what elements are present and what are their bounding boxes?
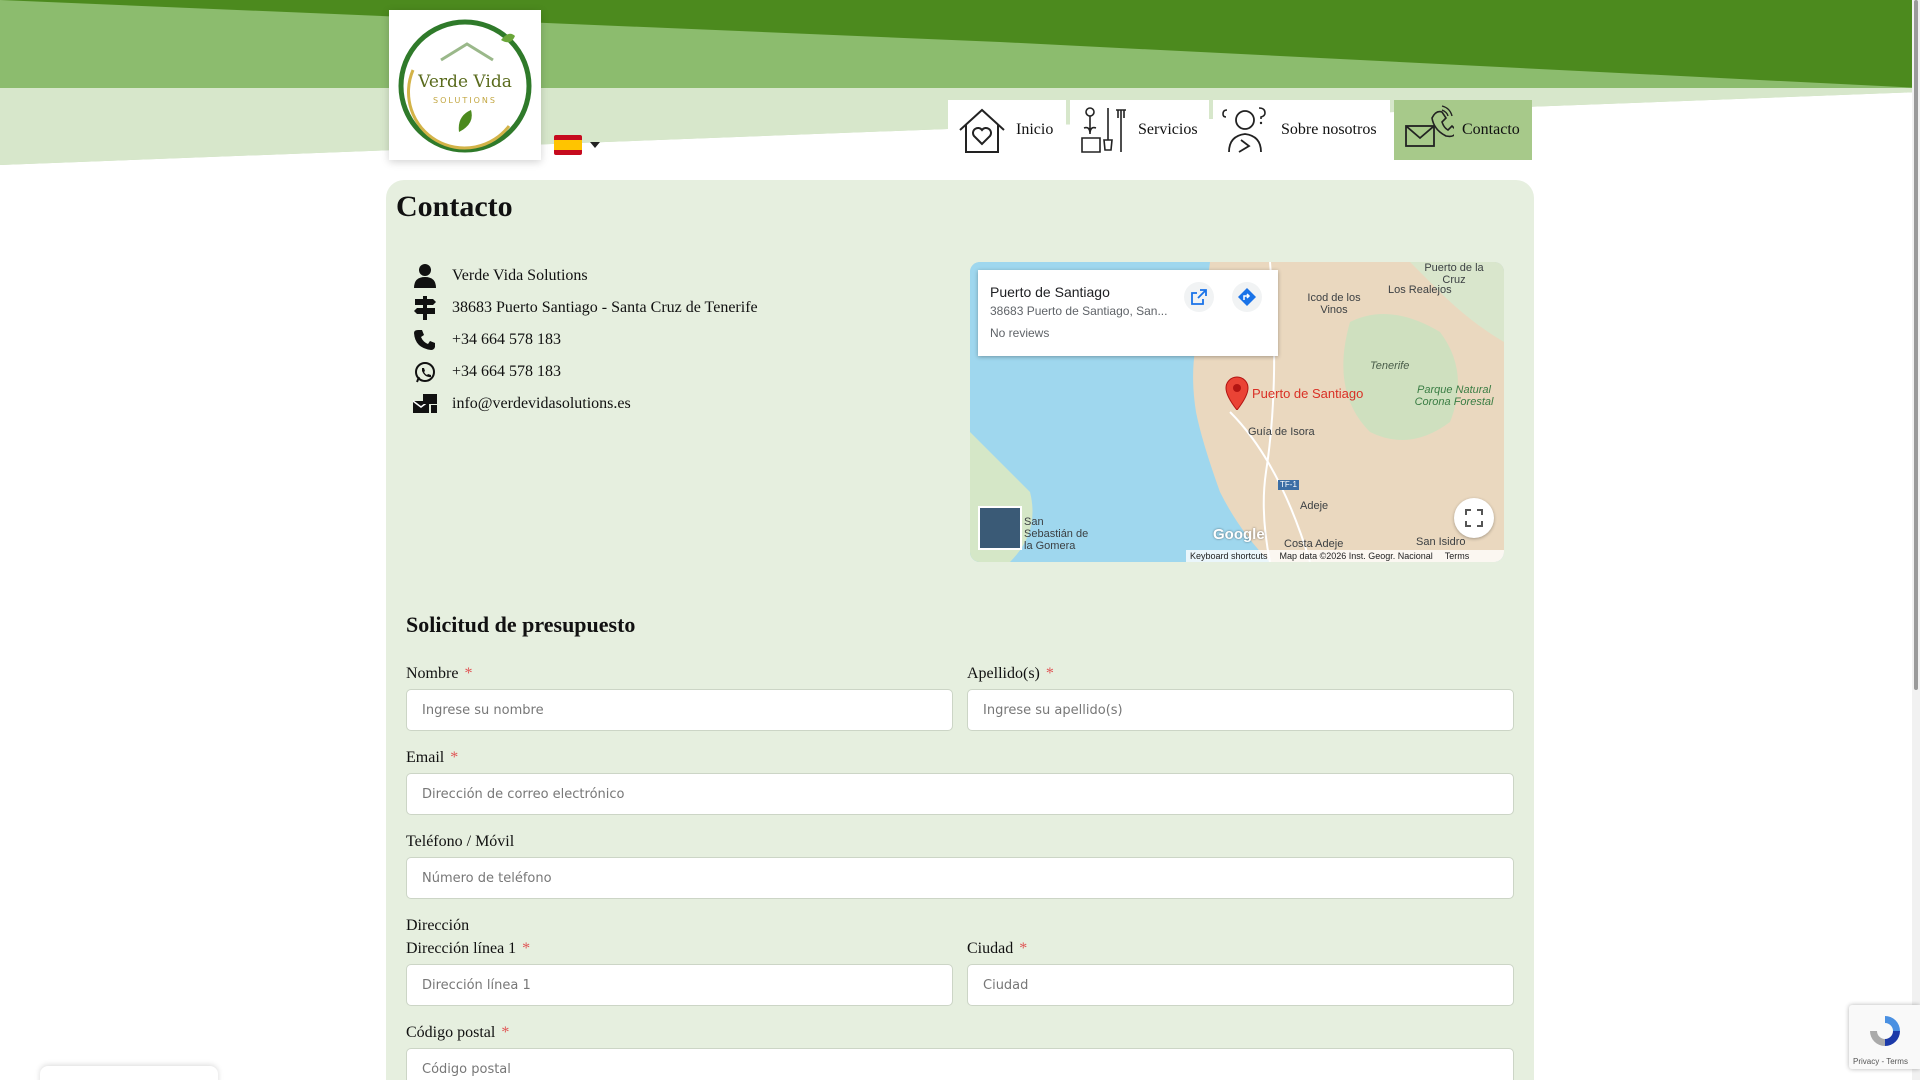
external-link-icon (1191, 289, 1207, 305)
contact-company-row: Verde Vida Solutions (412, 260, 758, 292)
chevron-down-icon (590, 142, 600, 148)
mail-box-icon (412, 391, 438, 417)
contact-whatsapp-row[interactable]: +34 664 578 183 (412, 356, 758, 388)
map-data-attribution: Map data ©2026 Inst. Geogr. Nacional (1279, 551, 1433, 561)
contact-address: 38683 Puerto Santiago - Santa Cruz de Te… (452, 299, 758, 316)
direccion-heading: Dirección (406, 917, 470, 934)
ciudad-label: Ciudad * (967, 940, 1028, 957)
map-label-parque: Parque Natural Corona Forestal (1414, 384, 1494, 408)
cookie-settings-tab[interactable] (40, 1066, 218, 1080)
logo-subtitle: SOLUTIONS (433, 96, 497, 105)
phone-icon (412, 327, 438, 353)
page-title: Contacto (396, 190, 513, 223)
nav-label-sobre-nosotros: Sobre nosotros (1281, 121, 1377, 138)
recaptcha-badge[interactable]: Privacy - Terms (1849, 1005, 1920, 1069)
nav-item-contacto[interactable]: Contacto (1394, 100, 1532, 160)
directions-icon (1238, 288, 1256, 306)
nav-label-servicios: Servicios (1138, 121, 1198, 138)
map-place-card: Puerto de Santiago 38683 Puerto de Santi… (978, 270, 1278, 356)
map-card-address: 38683 Puerto de Santiago, San... (990, 304, 1168, 318)
apellido-label: Apellido(s) * (967, 665, 1054, 682)
contact-email-link[interactable]: info@verdevidasolutions.es (452, 395, 631, 413)
map-label-costa-adeje: Costa Adeje (1284, 538, 1344, 550)
map-label-tenerife: Tenerife (1370, 360, 1410, 372)
map-card-title: Puerto de Santiago (990, 284, 1110, 300)
telefono-input[interactable] (406, 857, 1514, 899)
nav-item-sobre-nosotros[interactable]: Sobre nosotros (1213, 100, 1390, 160)
fullscreen-button[interactable] (1454, 498, 1494, 538)
logo-title: Verde Vida (418, 72, 512, 92)
nombre-input[interactable] (406, 689, 953, 731)
contact-company: Verde Vida Solutions (452, 267, 588, 284)
linea1-input[interactable] (406, 964, 953, 1006)
map-label-realejos: Los Realejos (1388, 284, 1452, 296)
recaptcha-icon (1870, 1016, 1900, 1046)
contact-info-list: Verde Vida Solutions 38683 Puerto Santia… (412, 260, 758, 420)
main-nav: Inicio Servicios Sobre nosotros Contacto (948, 100, 1532, 160)
contact-phone[interactable]: +34 664 578 183 (452, 331, 561, 349)
signpost-icon (412, 295, 438, 321)
open-in-maps-button[interactable] (1184, 282, 1214, 312)
site-logo[interactable]: Verde Vida SOLUTIONS (389, 10, 541, 160)
nav-label-inicio: Inicio (1016, 121, 1054, 138)
contact-whatsapp[interactable]: +34 664 578 183 (452, 363, 561, 381)
spain-flag-icon (554, 135, 582, 155)
map-pin-icon[interactable] (1224, 376, 1250, 410)
directions-button[interactable] (1232, 282, 1262, 312)
email-label: Email * (406, 749, 459, 766)
map-label-icod: Icod de los Vinos (1307, 292, 1361, 316)
contact-address-row: 38683 Puerto Santiago - Santa Cruz de Te… (412, 292, 758, 324)
nav-label-contacto: Contacto (1462, 121, 1520, 138)
contact-panel: Contacto Verde Vida Solutions 38683 Puer… (386, 180, 1534, 1080)
email-input[interactable] (406, 773, 1514, 815)
whatsapp-icon (412, 359, 438, 385)
contact-email-row[interactable]: info@verdevidasolutions.es (412, 388, 758, 420)
linea1-label: Dirección línea 1 * (406, 940, 531, 957)
recaptcha-links[interactable]: Privacy - Terms (1853, 1057, 1908, 1066)
map-label-gomera: San Sebastián de la Gomera (1024, 516, 1089, 552)
satellite-toggle[interactable] (978, 506, 1022, 550)
google-map[interactable]: Puerto de Santiago 38683 Puerto de Santi… (970, 262, 1504, 562)
form-title: Solicitud de presupuesto (406, 612, 636, 637)
nombre-label: Nombre * (406, 665, 473, 682)
language-selector[interactable] (554, 132, 606, 158)
google-logo: Google (1213, 526, 1265, 543)
mail-phone-icon (1405, 105, 1454, 147)
map-pin-label: Puerto de Santiago (1252, 386, 1364, 401)
postal-input[interactable] (406, 1048, 1514, 1080)
scrollbar-thumb[interactable] (1914, 0, 1918, 690)
postal-label: Código postal * (406, 1024, 510, 1041)
map-label-guia: Guía de Isora (1248, 426, 1315, 438)
telefono-label: Teléfono / Móvil (406, 833, 515, 850)
home-heart-icon (959, 108, 1005, 153)
map-label-san-isidro: San Isidro (1416, 536, 1466, 548)
person-thinking-icon (1222, 107, 1266, 153)
nav-item-inicio[interactable]: Inicio (948, 100, 1066, 160)
fullscreen-icon (1465, 509, 1483, 527)
map-card-reviews: No reviews (990, 326, 1050, 340)
ciudad-input[interactable] (967, 964, 1514, 1006)
map-label-adeje: Adeje (1300, 500, 1329, 512)
person-icon (412, 263, 438, 289)
contact-phone-row[interactable]: +34 664 578 183 (412, 324, 758, 356)
garden-tools-icon (1081, 107, 1126, 153)
apellido-input[interactable] (967, 689, 1514, 731)
keyboard-shortcuts-link[interactable]: Keyboard shortcuts (1190, 550, 1268, 562)
nav-item-servicios[interactable]: Servicios (1070, 100, 1209, 160)
map-label-puerto-cruz: Puerto de la Cruz (1424, 262, 1484, 286)
map-label-road: TF-1 (1278, 480, 1299, 490)
map-terms-link[interactable]: Terms (1445, 550, 1470, 562)
map-footer: Keyboard shortcuts Map data ©2026 Inst. … (1186, 550, 1504, 562)
